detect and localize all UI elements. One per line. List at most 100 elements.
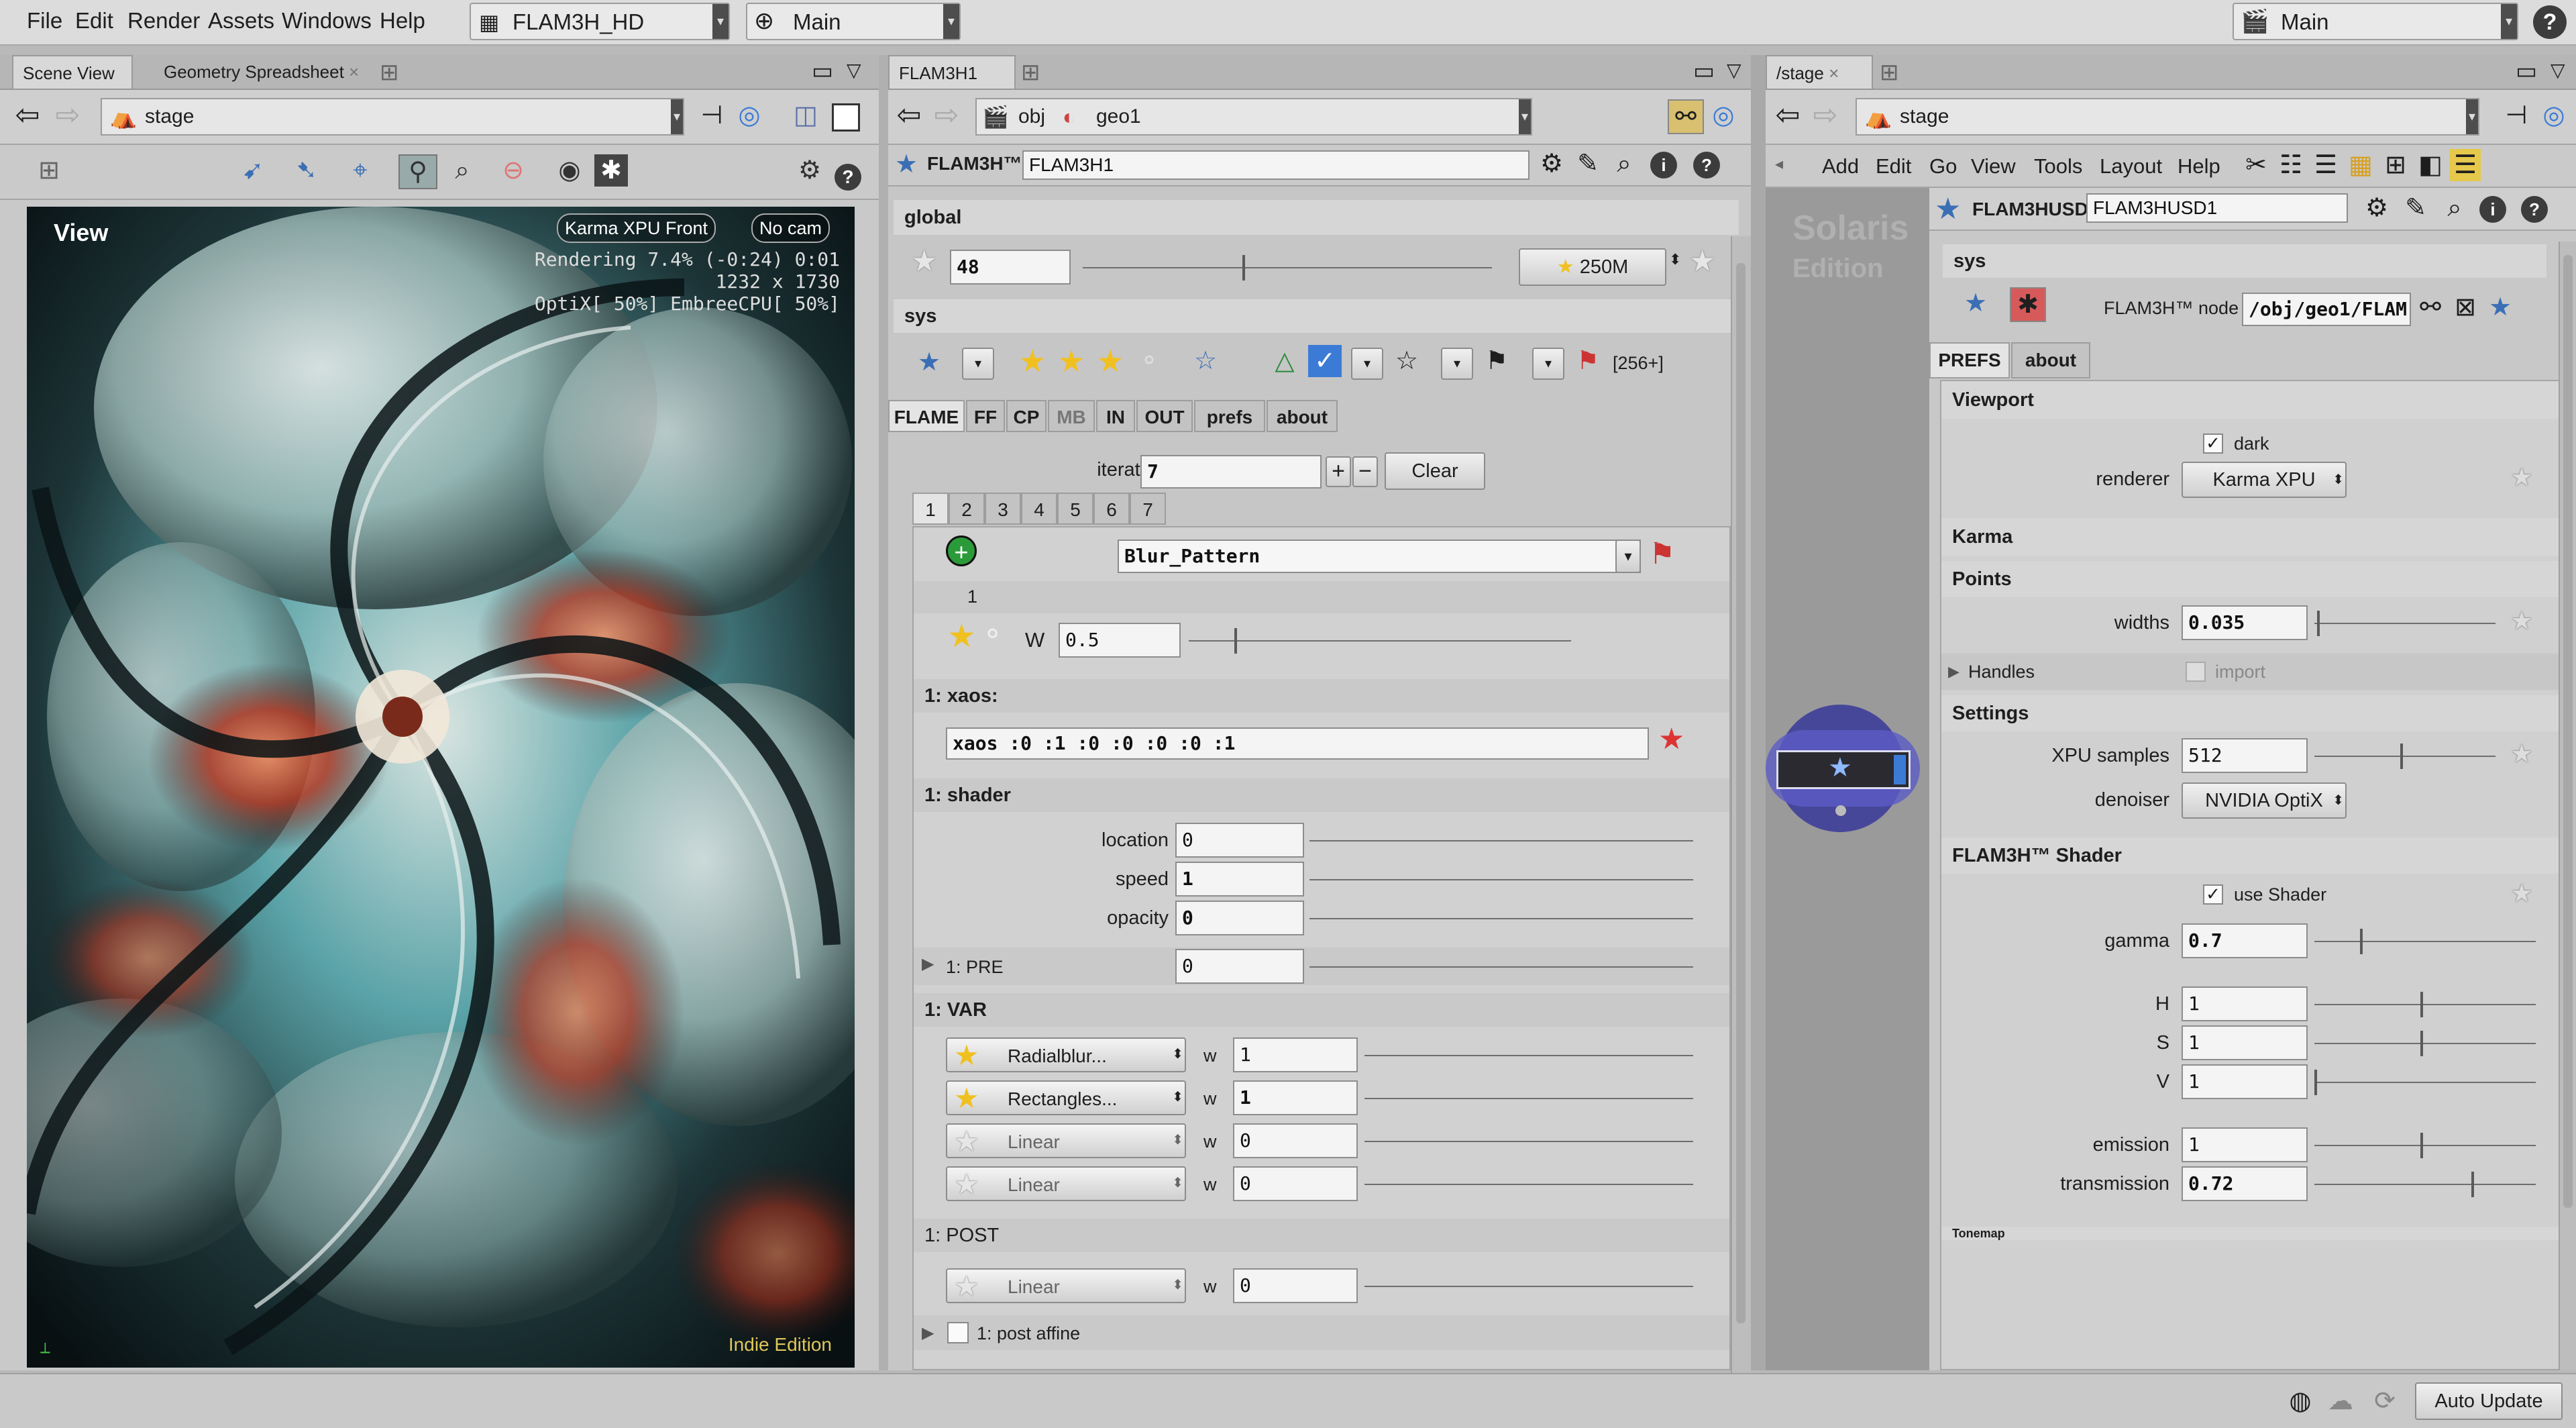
v-slider[interactable] [2314,1082,2536,1083]
star-icon[interactable]: ★ [2505,738,2538,770]
path-obj[interactable]: obj [1018,99,1045,134]
renderer-dropdown[interactable]: Karma XPU ⬍ [2182,462,2347,498]
check-icon[interactable]: ✓ [1308,345,1342,377]
menu-assets[interactable]: Assets [208,8,274,34]
transmission-slider[interactable] [2314,1184,2536,1185]
widths-slider[interactable] [2314,623,2496,624]
star-icon[interactable]: ★ [947,617,976,655]
close-icon[interactable]: × [1829,63,1839,83]
var-weight-slider[interactable] [1364,1098,1693,1099]
add-icon[interactable]: + [946,536,977,566]
star-icon[interactable]: ★ [2505,878,2538,910]
pane-menu-icon[interactable]: ▽ [847,59,861,81]
back-arrow-icon[interactable]: ⇦ [892,99,926,132]
pane-splitter[interactable] [1751,55,1766,1370]
tab-out[interactable]: OUT [1136,400,1193,432]
flag-icon[interactable]: ⚑ [1480,345,1513,377]
var-selector-1[interactable]: ★ Radialblur... ⬍ [946,1037,1186,1072]
iterator-tab-5[interactable]: 5 [1057,493,1093,525]
circles-icon[interactable]: ⚬ [981,617,1004,650]
render-icon[interactable]: ◉ [553,154,586,187]
slider-knob[interactable] [2420,1133,2423,1158]
star-icon[interactable]: ★ [1055,345,1088,377]
info-icon[interactable]: i [1650,152,1677,178]
var-selector-2[interactable]: ★ Rectangles... ⬍ [946,1080,1186,1115]
star-icon[interactable]: ★ [2505,462,2538,494]
iterations-selector[interactable]: ★ 250M [1519,248,1666,286]
camera-menu[interactable]: No cam [751,213,830,243]
net-menu-add[interactable]: Add [1822,154,1859,178]
zoom-tool-icon[interactable]: ⌕ [445,154,479,187]
brush-icon[interactable]: ✎ [1572,148,1603,180]
slider-knob[interactable] [2471,1172,2474,1197]
gamma-slider[interactable] [2314,941,2536,942]
xpu-samples-slider[interactable] [2314,756,2496,757]
notes-icon[interactable]: ☰ [2450,149,2481,181]
network-selector[interactable]: ⊕ Main ▾ [746,3,961,40]
location-field[interactable]: 0 [1175,823,1304,858]
layout-icon[interactable]: ◧ [2415,149,2446,181]
menu-edit[interactable]: Edit [75,8,113,34]
palette-icon[interactable]: ▦ [2345,149,2376,181]
pane-splitter[interactable] [879,55,888,1370]
net-menu-help[interactable]: Help [2178,154,2220,178]
node-output-icon[interactable] [1835,805,1846,816]
params-scrollbar[interactable] [2559,242,2576,1370]
slider-knob[interactable] [2420,1031,2423,1056]
add-iterator-icon[interactable]: + [1326,456,1351,487]
gear-icon[interactable]: ⚙ [1536,148,1567,180]
h-field[interactable]: 1 [2182,986,2308,1021]
dropdown[interactable]: ▾ [1351,348,1383,380]
flam3h-tool-icon[interactable]: ★ [912,346,946,378]
forward-arrow-icon[interactable]: ⇨ [930,99,963,132]
path-geo[interactable]: geo1 [1096,99,1141,134]
desktop-selector[interactable]: ▦ FLAM3H_HD ▾ [470,3,730,40]
flam3h-tool-icon[interactable]: ★ [1959,287,1992,319]
node-name-field[interactable]: FLAM3H1 [1022,150,1529,180]
right-desktop-selector[interactable]: 🎬 Main ▾ [2233,3,2518,40]
back-arrow-icon[interactable]: ⇦ [1771,99,1805,132]
link-icon[interactable]: ⚯ [1668,99,1704,134]
maximize-icon[interactable]: ▭ [812,58,833,85]
tab-prefs[interactable]: PREFS [1929,342,2010,378]
var-selector-4[interactable]: ★ Linear ⬍ [946,1166,1186,1201]
iterator-tab-4[interactable]: 4 [1021,493,1057,525]
tab-geometry-spreadsheet[interactable]: Geometry Spreadsheet × [154,55,382,89]
flam3husd-node[interactable]: ★ [1776,750,1911,789]
maximize-icon[interactable]: ▭ [1693,58,1715,85]
add-tab-icon[interactable]: ⊞ [380,59,399,86]
emission-field[interactable]: 1 [2182,1127,2308,1162]
net-menu-view[interactable]: View [1971,154,2016,178]
var-weight-slider[interactable] [1364,1184,1693,1185]
star-icon[interactable]: ★ [911,244,937,278]
denoiser-dropdown[interactable]: NVIDIA OptiX ⬍ [2182,782,2347,819]
use-shader-checkbox[interactable]: ✓ [2203,884,2223,905]
target-icon[interactable]: ◎ [733,99,766,132]
widths-field[interactable]: 0.035 [2182,605,2308,640]
star-outline-icon[interactable]: ☆ [1189,345,1222,377]
net-menu-go[interactable]: Go [1929,154,1957,178]
usd-node-name-field[interactable]: FLAM3HUSD1 [2086,193,2348,223]
grid-icon[interactable]: ⊞ [2380,149,2411,181]
flag-red-icon[interactable]: ⚑ [1571,345,1605,377]
var-weight-field-2[interactable]: 1 [1233,1080,1358,1115]
post-var-weight-slider[interactable] [1364,1286,1693,1287]
opacity-field[interactable]: 0 [1175,901,1304,935]
add-tab-icon[interactable]: ⊞ [1880,59,1899,86]
clear-button[interactable]: Clear [1385,452,1485,490]
mid-scrollbar[interactable] [1731,236,1751,1424]
iterator-tab-6[interactable]: 6 [1093,493,1130,525]
emission-slider[interactable] [2314,1145,2536,1146]
weight-slider[interactable] [1189,640,1571,642]
tab-flame[interactable]: FLAME [888,400,965,432]
star-icon[interactable]: ★ [1689,244,1715,278]
pane-menu-icon[interactable]: ▽ [1727,59,1741,81]
stop-icon[interactable]: ⊖ [496,154,530,187]
post-affine-row[interactable]: ▶ 1: post affine [914,1315,1729,1350]
remove-iterator-icon[interactable]: − [1352,456,1378,487]
chevron-down-icon[interactable]: ▾ [1615,540,1641,573]
spin-arrows-icon[interactable]: ⬍ [1669,251,1681,268]
tab-cp[interactable]: CP [1006,400,1046,432]
iterators-field[interactable]: 7 [1140,455,1322,489]
speed-field[interactable]: 1 [1175,862,1304,897]
